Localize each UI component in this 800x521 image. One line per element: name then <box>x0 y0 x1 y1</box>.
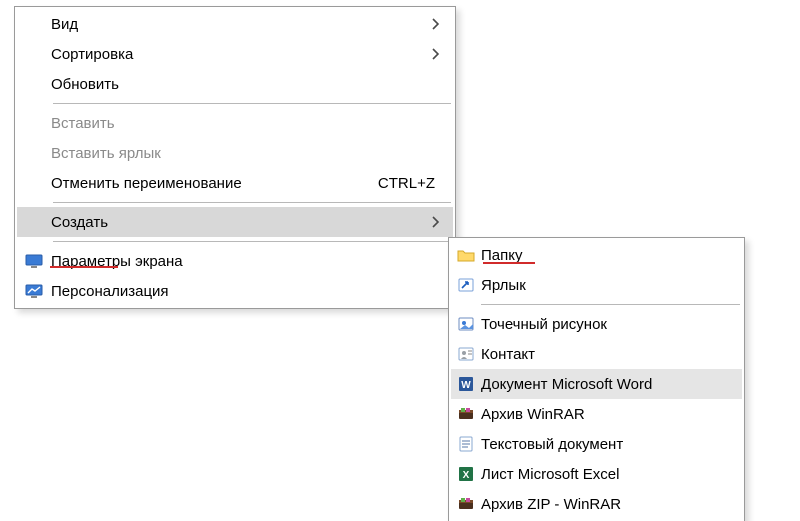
menu-separator <box>53 103 451 104</box>
winrar-zip-icon <box>451 496 481 512</box>
chevron-right-icon <box>425 18 453 30</box>
menu-item-display-settings[interactable]: Параметры экрана <box>17 246 453 276</box>
menu-item-label: Вид <box>51 16 425 33</box>
menu-item-undo-rename[interactable]: Отменить переименование CTRL+Z <box>17 168 453 198</box>
menu-item-sort[interactable]: Сортировка <box>17 39 453 69</box>
menu-separator <box>481 304 740 305</box>
menu-item-label: Сортировка <box>51 46 425 63</box>
menu-item-label: Параметры экрана <box>51 253 425 270</box>
text-doc-icon <box>451 436 481 452</box>
svg-text:W: W <box>461 380 471 391</box>
menu-item-label: Папку <box>481 247 742 264</box>
contact-icon <box>451 346 481 362</box>
submenu-item-shortcut[interactable]: Ярлык <box>451 270 742 300</box>
chevron-right-icon <box>425 216 453 228</box>
menu-item-label: Вставить <box>51 115 425 132</box>
menu-item-label: Лист Microsoft Excel <box>481 466 742 483</box>
menu-item-create[interactable]: Создать <box>17 207 453 237</box>
menu-item-paste: Вставить <box>17 108 453 138</box>
menu-item-paste-shortcut: Вставить ярлык <box>17 138 453 168</box>
bitmap-icon <box>451 316 481 332</box>
submenu-item-folder[interactable]: Папку <box>451 240 742 270</box>
menu-item-label: Текстовый документ <box>481 436 742 453</box>
submenu-item-excel[interactable]: X Лист Microsoft Excel <box>451 459 742 489</box>
menu-item-refresh[interactable]: Обновить <box>17 69 453 99</box>
desktop-context-menu: Вид Сортировка Обновить Вставить Вставит… <box>14 6 456 309</box>
menu-item-label: Архив ZIP - WinRAR <box>481 496 742 513</box>
menu-item-shortcut: CTRL+Z <box>378 175 453 192</box>
submenu-item-contact[interactable]: Контакт <box>451 339 742 369</box>
display-settings-icon <box>17 253 51 269</box>
word-icon: W <box>451 376 481 392</box>
menu-separator <box>53 202 451 203</box>
menu-item-label: Отменить переименование <box>51 175 378 192</box>
submenu-item-winrar[interactable]: Архив WinRAR <box>451 399 742 429</box>
menu-item-label: Документ Microsoft Word <box>481 376 742 393</box>
personalize-icon <box>17 283 51 299</box>
submenu-item-word[interactable]: W Документ Microsoft Word <box>451 369 742 399</box>
winrar-icon <box>451 406 481 422</box>
shortcut-icon <box>451 277 481 293</box>
menu-item-view[interactable]: Вид <box>17 9 453 39</box>
menu-item-label: Обновить <box>51 76 425 93</box>
excel-icon: X <box>451 466 481 482</box>
menu-item-personalize[interactable]: Персонализация <box>17 276 453 306</box>
svg-text:X: X <box>463 470 470 481</box>
submenu-item-winrar-zip[interactable]: Архив ZIP - WinRAR <box>451 489 742 519</box>
submenu-item-bitmap[interactable]: Точечный рисунок <box>451 309 742 339</box>
menu-separator <box>53 241 451 242</box>
menu-item-label: Создать <box>51 214 425 231</box>
menu-item-label: Архив WinRAR <box>481 406 742 423</box>
create-submenu: Папку Ярлык Точечный рисунок <box>448 237 745 521</box>
menu-item-label: Ярлык <box>481 277 742 294</box>
chevron-right-icon <box>425 48 453 60</box>
menu-item-label: Вставить ярлык <box>51 145 425 162</box>
submenu-item-text-doc[interactable]: Текстовый документ <box>451 429 742 459</box>
menu-item-label: Персонализация <box>51 283 425 300</box>
menu-item-label: Контакт <box>481 346 742 363</box>
menu-item-label: Точечный рисунок <box>481 316 742 333</box>
folder-icon <box>451 247 481 263</box>
